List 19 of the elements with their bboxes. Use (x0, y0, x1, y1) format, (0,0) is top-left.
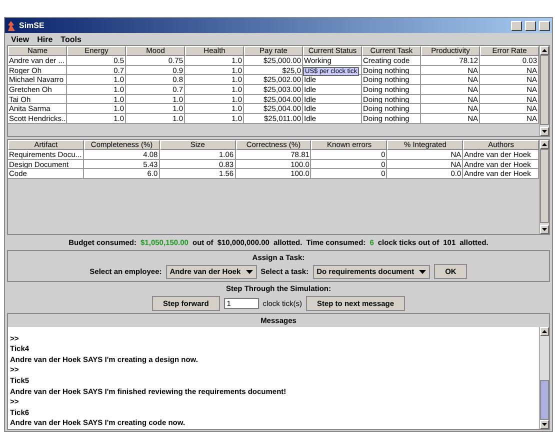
up-arrow-icon[interactable] (542, 330, 547, 333)
down-arrow-icon[interactable] (542, 130, 547, 133)
maximize-button[interactable] (525, 20, 536, 30)
close-button[interactable] (539, 20, 550, 30)
caret-icon (246, 270, 253, 274)
up-arrow-icon[interactable] (542, 49, 547, 52)
scrollbar[interactable] (539, 46, 549, 136)
caret-icon (419, 270, 426, 274)
down-arrow-icon[interactable] (542, 228, 547, 231)
down-arrow-icon[interactable] (542, 423, 547, 426)
menu-item[interactable]: Hire (37, 34, 53, 44)
scrollbar[interactable] (539, 140, 549, 234)
menu-item[interactable]: Tools (60, 34, 82, 44)
up-arrow-icon[interactable] (542, 143, 547, 146)
minimize-button[interactable] (511, 20, 522, 30)
menu-item[interactable]: View (11, 34, 30, 44)
window-title: SimSE (19, 21, 46, 30)
scrollbar[interactable] (539, 327, 549, 429)
app-icon (7, 20, 16, 30)
